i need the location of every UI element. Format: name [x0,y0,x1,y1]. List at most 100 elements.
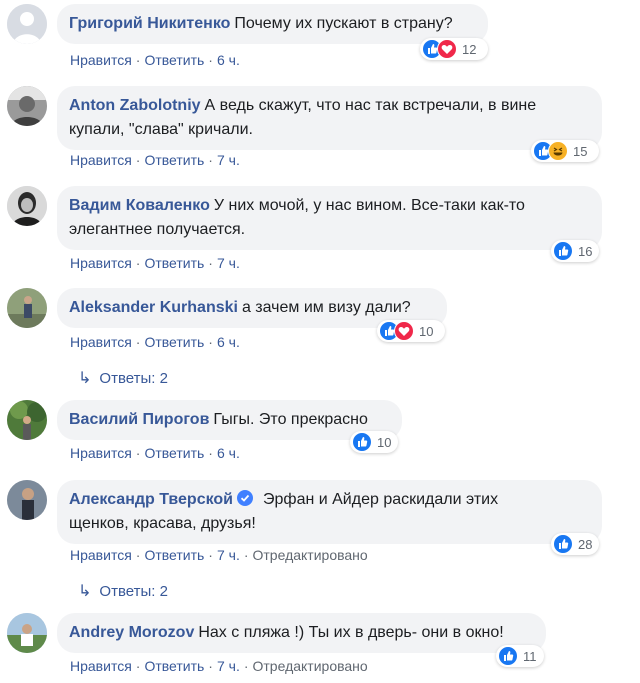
comment-bubble: Василий Пирогов Гыгы. Это прекрасно [57,400,402,440]
comment-text: Гыгы. Это прекрасно [213,411,368,428]
reply-arrow-icon: ↳ [78,583,92,600]
separator: · [135,152,141,168]
avatar[interactable] [7,613,47,653]
separator: · [208,255,213,271]
replies-count: Ответы: 2 [99,370,168,387]
timestamp[interactable]: 6 ч. [217,445,240,461]
separator: · [135,52,141,68]
like-reaction-icon [352,432,372,452]
separator: · [243,547,249,563]
separator: · [135,445,141,461]
reaction-summary[interactable]: 15 [531,140,599,162]
separator: · [243,658,249,674]
avatar[interactable] [7,400,47,440]
reaction-count: 16 [578,243,593,259]
edited-label[interactable]: Отредактировано [253,547,368,563]
timestamp[interactable]: 7 ч. [217,547,240,563]
reply-link[interactable]: Ответить [144,152,204,168]
reaction-count: 28 [578,536,593,552]
comment-author[interactable]: Anton Zabolotniy [69,97,201,114]
reaction-count: 15 [573,143,588,159]
separator: · [208,547,213,563]
reaction-count: 11 [523,648,537,664]
timestamp[interactable]: 7 ч. [217,152,240,168]
like-link[interactable]: Нравится [70,255,132,271]
comment-text: Почему их пускают в страну? [234,15,453,32]
comment-text: а зачем им визу дали? [241,299,411,316]
love-reaction-icon [437,39,457,59]
reaction-summary[interactable]: 10 [377,320,445,342]
view-replies-link[interactable]: ↳ Ответы: 2 [78,583,168,601]
reply-arrow-icon: ↳ [78,370,92,387]
comment-author[interactable]: Александр Тверской [69,491,233,508]
comment-text: А ведь скажут, что нас так встречали, в … [204,97,537,114]
like-reaction-icon [553,241,573,261]
reaction-count: 12 [462,41,477,57]
reaction-summary[interactable]: 16 [551,240,599,262]
timestamp[interactable]: 6 ч. [217,52,240,68]
reply-link[interactable]: Ответить [144,445,204,461]
replies-count: Ответы: 2 [99,583,168,600]
comment-bubble: Григорий Никитенко Почему их пускают в ст… [57,4,488,44]
comment-actions: Нравится · Ответить · 7 ч. [70,151,240,169]
like-link[interactable]: Нравится [70,445,132,461]
comment-actions: Нравится · Ответить · 6 ч. [70,444,240,462]
comment-author[interactable]: Григорий Никитенко [69,15,230,32]
love-reaction-icon [394,321,414,341]
comment-author[interactable]: Василий Пирогов [69,411,209,428]
reaction-count: 10 [377,434,392,450]
separator: · [208,658,213,674]
timestamp[interactable]: 7 ч. [217,255,240,271]
reaction-summary[interactable]: 28 [551,533,599,555]
avatar[interactable] [7,86,47,126]
reaction-count: 10 [419,323,434,339]
like-link[interactable]: Нравится [70,152,132,168]
separator: · [208,52,213,68]
reply-link[interactable]: Ответить [144,658,204,674]
reply-link[interactable]: Ответить [144,547,204,563]
timestamp[interactable]: 7 ч. [217,658,240,674]
comment-text: щенков, красава, друзья! [69,515,256,532]
like-reaction-icon [498,646,518,666]
comment-author[interactable]: Aleksander Kurhanski [69,299,238,316]
like-link[interactable]: Нравится [70,547,132,563]
haha-reaction-icon [548,141,568,161]
comment-actions: Нравится · Ответить · 6 ч. [70,51,240,69]
comment-bubble: Александр Тверской Эрфан и Айдер раскидал… [57,480,602,544]
like-link[interactable]: Нравится [70,334,132,350]
separator: · [208,334,213,350]
avatar[interactable] [7,480,47,520]
comment-text: Эрфан и Айдер раскидали этих [263,491,499,508]
comment-bubble: Anton Zabolotniy А ведь скажут, что нас т… [57,86,602,150]
edited-label[interactable]: Отредактировано [253,658,368,674]
separator: · [135,547,141,563]
reply-link[interactable]: Ответить [144,255,204,271]
comment-actions: Нравится · Ответить · 7 ч. · Отредактировано [70,546,368,564]
reaction-summary[interactable]: 11 [496,645,544,667]
reaction-summary[interactable]: 12 [420,38,488,60]
comment-author[interactable]: Andrey Morozov [69,624,194,641]
verified-badge-icon [237,490,253,506]
avatar[interactable] [7,288,47,328]
reply-link[interactable]: Ответить [144,52,204,68]
comment-author[interactable]: Вадим Коваленко [69,197,210,214]
like-reaction-icon [553,534,573,554]
separator: · [135,255,141,271]
reply-link[interactable]: Ответить [144,334,204,350]
separator: · [208,152,213,168]
timestamp[interactable]: 6 ч. [217,334,240,350]
view-replies-link[interactable]: ↳ Ответы: 2 [78,370,168,388]
avatar[interactable] [7,4,47,44]
avatar[interactable] [7,186,47,226]
separator: · [208,445,213,461]
separator: · [135,658,141,674]
comment-actions: Нравится · Ответить · 7 ч. · Отредактировано [70,657,368,675]
comment-bubble: Вадим Коваленко У них мочой, у нас вином.… [57,186,602,250]
comment-text: У них мочой, у нас вином. Все-таки как-т… [213,197,525,214]
like-link[interactable]: Нравится [70,658,132,674]
separator: · [135,334,141,350]
like-link[interactable]: Нравится [70,52,132,68]
comment-bubble: Andrey Morozov Нах с пляжа !) Ты их в две… [57,613,546,653]
reaction-summary[interactable]: 10 [350,431,398,453]
comment-text: Нах с пляжа !) Ты их в дверь- они в окно… [198,624,504,641]
